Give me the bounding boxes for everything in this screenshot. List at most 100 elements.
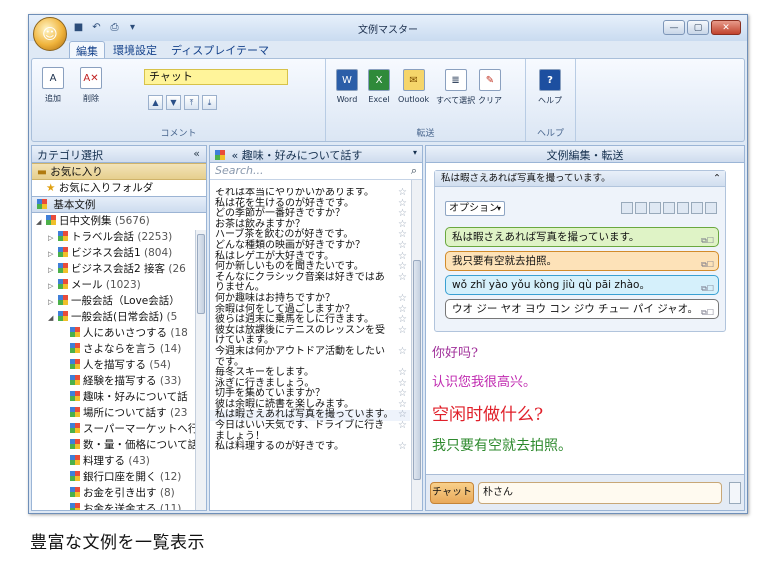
move-bottom-icon[interactable]: ⤓	[202, 95, 217, 110]
copy-checkbox-icon[interactable]: ⧉☐	[701, 304, 714, 322]
translation-card[interactable]: 我只要有空就去拍照。 ⧉☐	[445, 251, 719, 271]
move-top-icon[interactable]: ⤒	[184, 95, 199, 110]
close-button[interactable]: ✕	[711, 20, 741, 35]
tool-icon-1[interactable]	[621, 202, 633, 214]
example-item[interactable]: 彼女は放課後にテニスのレッスンを受けています。 ☆	[210, 325, 410, 347]
expanded-arrow-icon[interactable]: ◢	[48, 310, 58, 325]
favorite-star-icon[interactable]: ☆	[398, 325, 407, 337]
favorite-star-icon[interactable]: ☆	[398, 293, 407, 305]
example-text: 彼らは週末に乗馬をしに行きます。	[215, 314, 374, 326]
copy-checkbox-icon[interactable]: ⧉☐	[701, 256, 714, 274]
tool-icon-6[interactable]	[691, 202, 703, 214]
tree-item[interactable]: さよならを言う (14)	[32, 341, 206, 357]
tab-edit[interactable]: 編集	[69, 41, 105, 58]
header-dropdown-icon[interactable]: ▾	[413, 148, 417, 157]
collapse-icon[interactable]: «	[193, 147, 200, 160]
tree-item[interactable]: ▷ メール (1023)	[32, 277, 206, 293]
tree-item[interactable]: 経験を描写する (33)	[32, 373, 206, 389]
tree-item-label: お金を送金する	[83, 503, 157, 511]
favorites-header[interactable]: ▬ お気に入り	[32, 163, 206, 180]
search-icon[interactable]: ⌕	[411, 164, 417, 178]
tree-item[interactable]: 銀行口座を開く (12)	[32, 469, 206, 485]
tool-icon-4[interactable]	[663, 202, 675, 214]
example-item[interactable]: 今週末は何かアウトドア活動をしたいです。 ☆	[210, 346, 410, 368]
tool-icon-7[interactable]	[705, 202, 717, 214]
help-button[interactable]: ? ヘルプ	[538, 69, 562, 106]
favorite-star-icon[interactable]: ☆	[398, 420, 407, 432]
favorites-folder-item[interactable]: ★ お気に入りフォルダ	[32, 180, 206, 196]
translation-card[interactable]: 私は暇さえあれば写真を撮っています。 ⧉☐	[445, 227, 719, 247]
basic-examples-header[interactable]: 基本文例	[32, 196, 206, 213]
tool-icon-2[interactable]	[635, 202, 647, 214]
tab-display-theme[interactable]: ディスプレイテーマ	[165, 41, 275, 58]
translation-card[interactable]: ウオ ジー ヤオ ヨウ コン ジウ チュー パイ ジャオ。 ⧉☐	[445, 299, 719, 319]
excel-button[interactable]: X Excel	[368, 69, 390, 104]
tree-item[interactable]: お金を引き出す (8)	[32, 485, 206, 501]
category-icon	[70, 503, 80, 510]
tree-item[interactable]: 趣味・好みについて話	[32, 389, 206, 405]
tree-item[interactable]: ▷ 一般会話（Love会話）	[32, 293, 206, 309]
collapsed-arrow-icon[interactable]: ▷	[48, 262, 58, 277]
tree-item-label: お金を引き出す	[83, 487, 157, 499]
collapsed-arrow-icon[interactable]: ▷	[48, 246, 58, 261]
collapsed-arrow-icon[interactable]: ▷	[48, 294, 58, 309]
tree-item[interactable]: ▷ ビジネス会話1 (804)	[32, 245, 206, 261]
chat-scroll[interactable]	[729, 482, 741, 504]
example-scrollbar[interactable]	[411, 180, 422, 510]
tool-icon-3[interactable]	[649, 202, 661, 214]
option-dropdown[interactable]: オプション ▾	[445, 201, 505, 216]
example-item[interactable]: そんなにクラシック音楽は好きではありません。 ☆	[210, 272, 410, 294]
example-item[interactable]: 私は料理するのが好きです。 ☆	[210, 441, 410, 453]
editor-toolbar	[621, 202, 717, 214]
tree-item[interactable]: 料理する (43)	[32, 453, 206, 469]
word-button[interactable]: W Word	[336, 69, 358, 104]
translation-card[interactable]: wǒ zhǐ yào yǒu kòng jiù qù pāi zhào。 ⧉☐	[445, 275, 719, 295]
tab-settings[interactable]: 環境設定	[107, 41, 163, 58]
collapsed-arrow-icon[interactable]: ▷	[48, 278, 58, 293]
example-panel: « 趣味・好みについて話す ▾ Search... ⌕ それは本当にやりがいがあ…	[209, 145, 423, 511]
tree-item[interactable]: 数・量・価格について話	[32, 437, 206, 453]
favorite-star-icon[interactable]: ☆	[398, 346, 407, 358]
copy-checkbox-icon[interactable]: ⧉☐	[701, 280, 714, 298]
tree-item[interactable]: ▷ ビジネス会話2 接客 (26	[32, 261, 206, 277]
chat-comment-field[interactable]: チャット	[144, 69, 288, 85]
example-panel-header: « 趣味・好みについて話す ▾	[210, 146, 422, 163]
clear-button[interactable]: ✎ クリア	[478, 69, 502, 106]
example-text: 今日はいい天気です、ドライブに行きましょう！	[215, 420, 385, 442]
expanded-arrow-icon[interactable]: ◢	[36, 214, 46, 229]
maximize-button[interactable]: ▢	[687, 20, 709, 35]
copy-checkbox-icon[interactable]: ⧉☐	[701, 232, 714, 250]
category-scrollbar[interactable]	[195, 230, 206, 510]
tree-item[interactable]: ▷ トラベル会話 (2253)	[32, 229, 206, 245]
favorite-star-icon[interactable]: ☆	[398, 442, 407, 453]
tree-item[interactable]: ◢ 日中文例集 (5676)	[32, 213, 206, 229]
tree-item[interactable]: スーパーマーケットへ行	[32, 421, 206, 437]
move-up-icon[interactable]: ▲	[148, 95, 163, 110]
tree-item[interactable]: 人を描写する (54)	[32, 357, 206, 373]
tree-item[interactable]: ◢ 一般会話(日常会話) (5	[32, 309, 206, 325]
app-menu-orb[interactable]: ☺	[33, 17, 67, 51]
chat-button[interactable]: チャット	[430, 482, 474, 504]
select-all-button[interactable]: ≣ すべて選択	[436, 69, 475, 106]
category-scroll-thumb[interactable]	[197, 234, 205, 314]
move-down-icon[interactable]: ▼	[166, 95, 181, 110]
add-button[interactable]: A 追加	[42, 67, 64, 104]
translation-text: wǒ zhǐ yào yǒu kòng jiù qù pāi zhào。	[452, 279, 650, 291]
back-nav-button[interactable]: «	[232, 149, 239, 162]
example-item[interactable]: 今日はいい天気です、ドライブに行きましょう！ ☆	[210, 420, 410, 442]
search-input[interactable]: Search... ⌕	[210, 163, 422, 180]
chat-input[interactable]: 朴さん	[478, 482, 722, 504]
tree-item[interactable]: 人にあいさつする (18	[32, 325, 206, 341]
tool-icon-5[interactable]	[677, 202, 689, 214]
tree-item[interactable]: 場所について話す (23	[32, 405, 206, 421]
favorite-star-icon[interactable]: ☆	[398, 272, 407, 284]
delete-button[interactable]: A✕ 削除	[80, 67, 102, 104]
collapsed-arrow-icon[interactable]: ▷	[48, 230, 58, 245]
collapse-up-icon[interactable]: ⌃	[713, 171, 721, 187]
example-scroll-thumb[interactable]	[413, 260, 421, 480]
minimize-button[interactable]: —	[663, 20, 685, 35]
tree-item[interactable]: お金を送金する (11)	[32, 501, 206, 511]
favorite-star-icon[interactable]: ☆	[398, 188, 407, 199]
favorite-star-icon[interactable]: ☆	[398, 240, 407, 252]
outlook-button[interactable]: ✉ Outlook	[398, 69, 429, 104]
